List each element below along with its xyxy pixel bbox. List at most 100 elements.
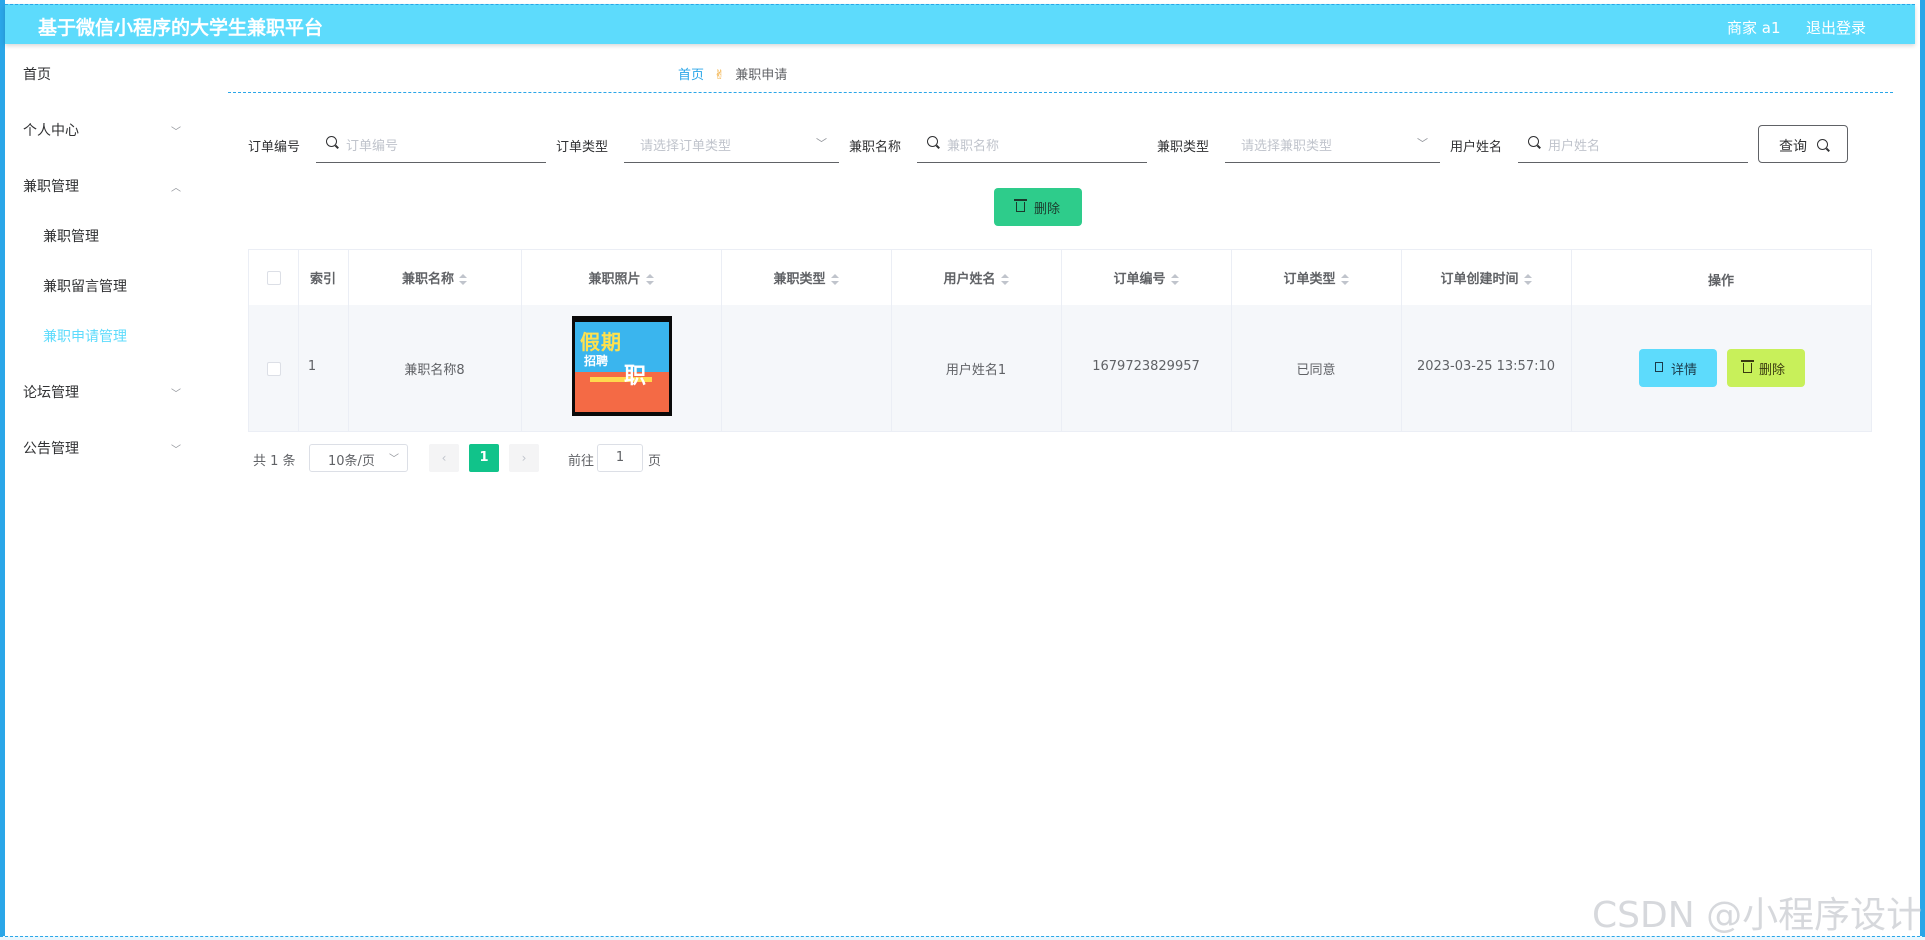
goto-suffix: 页: [648, 454, 662, 469]
detail-button-label: 详情: [1671, 363, 1698, 378]
breadcrumb-divider: [228, 92, 1893, 93]
sort-icon[interactable]: [1340, 273, 1349, 286]
row-checkbox[interactable]: [267, 362, 281, 376]
search-icon: [1817, 139, 1828, 150]
header-user-name[interactable]: 用户姓名: [891, 268, 1061, 287]
job-name-placeholder: 兼职名称: [947, 139, 1000, 154]
sort-icon[interactable]: [1523, 273, 1532, 286]
user-name-placeholder: 用户姓名: [1548, 139, 1601, 154]
user-name-label: 用户姓名: [1450, 140, 1503, 155]
poster-headline: 假期: [580, 330, 622, 354]
chevron-down-icon: ﹀: [389, 454, 399, 465]
breadcrumb-current: 兼职申请: [735, 68, 788, 83]
cell-created-at: 2023-03-25 13:57:10: [1416, 359, 1556, 374]
chevron-down-icon: ﹀: [816, 137, 827, 150]
job-type-placeholder: 请选择兼职类型: [1241, 139, 1333, 154]
header-order-no[interactable]: 订单编号: [1061, 268, 1231, 287]
page-number-current[interactable]: 1: [469, 444, 499, 472]
app-title: 基于微信小程序的大学生兼职平台: [38, 17, 324, 39]
header-label: 兼职类型: [773, 272, 826, 287]
goto-prefix: 前往: [568, 454, 595, 469]
goto-page-input[interactable]: 1: [597, 444, 643, 472]
header-label: 索引: [309, 272, 336, 287]
order-type-label: 订单类型: [556, 140, 609, 155]
chevron-down-icon: ﹀: [171, 389, 181, 400]
job-type-label: 兼职类型: [1157, 140, 1210, 155]
search-button[interactable]: 查询: [1758, 125, 1848, 163]
sort-icon[interactable]: [830, 273, 839, 286]
sidebar-item-forum[interactable]: 论坛管理 ﹀: [23, 382, 193, 404]
sidebar-item-label: 兼职留言管理: [43, 279, 127, 295]
bulk-delete-button[interactable]: 删除: [994, 188, 1082, 226]
logout-link[interactable]: 退出登录: [1806, 17, 1866, 38]
job-type-select[interactable]: 请选择兼职类型 ﹀: [1225, 127, 1440, 163]
breadcrumb-home[interactable]: 首页: [678, 68, 704, 83]
chevron-up-icon: ︿: [171, 183, 181, 194]
cell-order-type: 已同意: [1296, 363, 1336, 378]
detail-button[interactable]: 详情: [1639, 349, 1717, 387]
sidebar-item-label: 论坛管理: [23, 385, 79, 401]
cell-order-no: 1679723829957: [1092, 359, 1200, 374]
header-label: 用户姓名: [943, 272, 996, 287]
prev-page-button[interactable]: ‹: [429, 444, 459, 472]
user-name-input[interactable]: 用户姓名: [1518, 127, 1748, 163]
sidebar-item-announcements[interactable]: 公告管理 ﹀: [23, 438, 193, 460]
watermark: CSDN @小程序设计: [1592, 895, 1923, 936]
header-label: 兼职照片: [588, 272, 641, 287]
sidebar-item-label: 公告管理: [23, 441, 79, 457]
order-no-input[interactable]: 订单编号: [316, 127, 546, 163]
row-delete-button[interactable]: 删除: [1727, 349, 1805, 387]
order-no-label: 订单编号: [248, 140, 301, 155]
sidebar-item-label: 兼职申请管理: [43, 329, 127, 345]
sidebar-item-personal-center[interactable]: 个人中心 ﹀: [23, 120, 193, 142]
pagination-total: 共 1 条: [253, 454, 296, 469]
header-label: 订单创建时间: [1440, 272, 1519, 287]
page-size-select[interactable]: 10条/页 ﹀: [309, 444, 408, 472]
job-photo-image[interactable]: 假期 招聘 职: [572, 316, 672, 416]
header-order-type[interactable]: 订单类型: [1231, 268, 1401, 287]
search-icon: [326, 136, 337, 147]
select-all-checkbox[interactable]: [267, 271, 281, 285]
sidebar-item-label: 个人中心: [23, 123, 79, 139]
cell-index: 1: [307, 359, 317, 374]
sidebar-item-home[interactable]: 首页: [23, 64, 193, 86]
cell-job-name: 兼职名称8: [404, 363, 465, 378]
trash-icon: [1741, 360, 1754, 373]
search-icon: [927, 136, 938, 147]
chevron-down-icon: ﹀: [1417, 137, 1428, 150]
sort-icon[interactable]: [645, 273, 654, 286]
trash-icon: [1014, 199, 1027, 212]
sidebar-subitem-job-management[interactable]: 兼职管理: [43, 226, 213, 248]
job-name-input[interactable]: 兼职名称: [917, 127, 1147, 163]
sidebar-subitem-job-applications[interactable]: 兼职申请管理: [43, 326, 213, 348]
sidebar-item-label: 首页: [23, 67, 51, 83]
sidebar-item-label: 兼职管理: [43, 229, 99, 245]
applications-table: 索引 兼职名称 兼职照片 兼职类型 用户姓名 订单编号 订单类型 订单创建时间 …: [248, 249, 1872, 432]
header-created-at[interactable]: 订单创建时间: [1401, 268, 1571, 287]
sort-icon[interactable]: [1170, 273, 1179, 286]
chevron-down-icon: ﹀: [171, 127, 181, 138]
next-page-button[interactable]: ›: [509, 444, 539, 472]
header-job-name[interactable]: 兼职名称: [348, 268, 521, 287]
header-label: 操作: [1707, 274, 1734, 289]
sidebar-item-job-management[interactable]: 兼职管理 ︿: [23, 176, 193, 198]
poster-subline: 招聘: [584, 354, 609, 368]
sidebar-subitem-job-messages[interactable]: 兼职留言管理: [43, 276, 213, 298]
header-job-photo[interactable]: 兼职照片: [521, 268, 721, 287]
header-job-type[interactable]: 兼职类型: [721, 268, 891, 287]
sort-icon[interactable]: [459, 273, 467, 286]
sort-icon[interactable]: [1000, 273, 1009, 286]
current-user: 商家 a1: [1727, 19, 1781, 37]
top-header: 基于微信小程序的大学生兼职平台 商家 a1 退出登录: [5, 4, 1915, 44]
header-label: 兼职名称: [401, 272, 454, 287]
document-icon: [1655, 362, 1663, 372]
order-type-select[interactable]: 请选择订单类型 ﹀: [624, 127, 839, 163]
row-delete-label: 删除: [1759, 363, 1786, 378]
header-label: 订单编号: [1113, 272, 1166, 287]
frame-right-border: [1920, 0, 1925, 940]
bulk-delete-label: 删除: [1034, 202, 1061, 217]
chevron-down-icon: ﹀: [171, 445, 181, 456]
sidebar-menu: 首页 个人中心 ﹀ 兼职管理 ︿ 兼职管理 兼职留言管理 兼职申请管理 论坛管理…: [5, 48, 195, 928]
sidebar-item-label: 兼职管理: [23, 179, 79, 195]
job-name-label: 兼职名称: [849, 140, 902, 155]
